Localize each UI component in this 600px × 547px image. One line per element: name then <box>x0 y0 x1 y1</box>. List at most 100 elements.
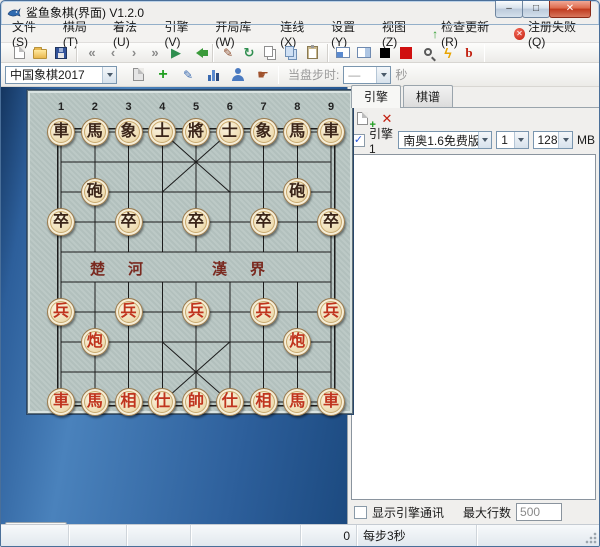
chess-piece[interactable]: 兵 <box>47 298 75 326</box>
last-move-icon: » <box>151 46 158 59</box>
app-window: 鲨鱼象棋(界面) V1.2.0 – □ ✕ 文件(S) 棋局(T) 着法(U) … <box>0 0 600 547</box>
remove-engine-icon: ✕ <box>382 112 393 125</box>
lightning-icon: ϟ <box>444 46 451 60</box>
step-time-select[interactable]: — <box>343 66 391 84</box>
chevron-down-icon <box>376 67 390 83</box>
engine-threads-select[interactable]: 1 <box>496 131 528 149</box>
chess-piece[interactable]: 砲 <box>81 178 109 206</box>
new-game-button[interactable] <box>10 44 28 62</box>
right-tabs: 引擎 棋谱 <box>348 87 599 108</box>
engine-hash-select[interactable]: 128 <box>533 131 574 149</box>
column-number: 9 <box>325 101 337 113</box>
chess-piece[interactable]: 卒 <box>182 208 210 236</box>
chess-piece[interactable]: 卒 <box>250 208 278 236</box>
skin-select[interactable]: 中国象棋2017 <box>5 66 117 84</box>
red-side-button[interactable] <box>397 44 415 62</box>
edit-position-button[interactable]: ✎ <box>219 44 237 62</box>
edit-icon: ✎ <box>223 47 233 59</box>
chess-piece[interactable]: 相 <box>250 388 278 416</box>
go-first-button[interactable]: « <box>83 44 101 62</box>
play-button[interactable]: ▶ <box>167 44 185 62</box>
chess-piece[interactable]: 象 <box>115 118 143 146</box>
max-lines-input[interactable] <box>516 503 562 521</box>
hash-unit-label: MB <box>577 133 595 147</box>
chess-piece[interactable]: 帥 <box>182 388 210 416</box>
layout-2-button[interactable] <box>355 44 373 62</box>
add-button[interactable]: + <box>154 66 172 84</box>
book-b-button[interactable]: b <box>460 44 478 62</box>
person-icon <box>232 68 244 81</box>
chess-piece[interactable]: 卒 <box>47 208 75 236</box>
layout-window-icon <box>336 47 350 58</box>
go-prev-button[interactable]: ‹ <box>104 44 122 62</box>
add-engine-button[interactable]: + <box>354 109 372 127</box>
chess-piece[interactable]: 卒 <box>115 208 143 236</box>
go-next-button[interactable]: › <box>125 44 143 62</box>
column-number: 3 <box>123 101 135 113</box>
chess-piece[interactable]: 馬 <box>81 388 109 416</box>
analyze-button[interactable]: ϟ <box>439 44 457 62</box>
hint-button[interactable]: ☛ <box>254 66 272 84</box>
refresh-button[interactable]: ↻ <box>240 44 258 62</box>
search-icon <box>424 48 432 56</box>
annotate-button[interactable]: ✎ <box>179 66 197 84</box>
chess-piece[interactable]: 兵 <box>250 298 278 326</box>
paste-icon <box>307 46 318 59</box>
tab-engine[interactable]: 引擎 <box>351 85 401 108</box>
chess-piece[interactable]: 車 <box>47 118 75 146</box>
chess-piece[interactable]: 馬 <box>81 118 109 146</box>
chess-board[interactable]: 123456789 楚河漢界 車馬象士將士象馬車砲砲卒卒卒卒卒兵兵兵兵兵炮炮車馬… <box>27 90 353 414</box>
chess-piece[interactable]: 車 <box>317 118 345 146</box>
chevron-down-icon <box>102 67 116 83</box>
black-square-icon <box>380 48 390 58</box>
open-book-button[interactable] <box>129 66 147 84</box>
next-move-icon: › <box>132 46 136 59</box>
plus-icon: + <box>158 67 167 83</box>
takeback-button[interactable] <box>188 44 206 62</box>
chess-piece[interactable]: 兵 <box>182 298 210 326</box>
chess-piece[interactable]: 兵 <box>115 298 143 326</box>
copy-image-button[interactable] <box>282 44 300 62</box>
app-icon <box>7 6 21 20</box>
step-time-value: — <box>348 68 360 82</box>
play-icon: ▶ <box>171 46 181 59</box>
statistics-button[interactable] <box>204 66 222 84</box>
go-last-button[interactable]: » <box>146 44 164 62</box>
titlebar[interactable]: 鲨鱼象棋(界面) V1.2.0 – □ ✕ <box>1 1 599 25</box>
chess-piece[interactable]: 卒 <box>317 208 345 236</box>
chess-piece[interactable]: 車 <box>47 388 75 416</box>
show-engine-comm-checkbox[interactable] <box>354 506 367 519</box>
black-side-button[interactable] <box>376 44 394 62</box>
chess-piece[interactable]: 士 <box>216 118 244 146</box>
maximize-button[interactable]: □ <box>522 1 550 18</box>
player-button[interactable] <box>229 66 247 84</box>
step-time-label: 当盘步时: <box>288 66 339 83</box>
open-folder-icon <box>33 49 47 59</box>
paste-button[interactable] <box>303 44 321 62</box>
layout-1-button[interactable] <box>334 44 352 62</box>
save-button[interactable] <box>52 44 70 62</box>
chess-piece[interactable]: 仕 <box>216 388 244 416</box>
chess-piece[interactable]: 將 <box>182 118 210 146</box>
chess-piece[interactable]: 象 <box>250 118 278 146</box>
engine-output-list[interactable] <box>351 154 596 500</box>
close-button[interactable]: ✕ <box>549 1 591 18</box>
river-text: 漢 <box>212 258 227 279</box>
letter-b-icon: b <box>465 46 472 59</box>
chess-piece[interactable]: 相 <box>115 388 143 416</box>
engine-name-select[interactable]: 南奥1.6免费版 <box>398 131 492 149</box>
chess-piece[interactable]: 兵 <box>317 298 345 326</box>
tab-game-record[interactable]: 棋谱 <box>403 85 453 107</box>
chess-piece[interactable]: 炮 <box>81 328 109 356</box>
pointing-hand-icon: ☛ <box>257 68 269 81</box>
resize-grip[interactable] <box>585 532 598 545</box>
minimize-button[interactable]: – <box>495 1 523 18</box>
search-button[interactable] <box>418 44 436 62</box>
layout-split-icon <box>357 47 371 58</box>
column-number: 8 <box>291 101 303 113</box>
copy-fen-button[interactable] <box>261 44 279 62</box>
chess-piece[interactable]: 車 <box>317 388 345 416</box>
pen-icon: ✎ <box>183 69 193 81</box>
open-button[interactable] <box>31 44 49 62</box>
river-text: 界 <box>250 258 265 279</box>
